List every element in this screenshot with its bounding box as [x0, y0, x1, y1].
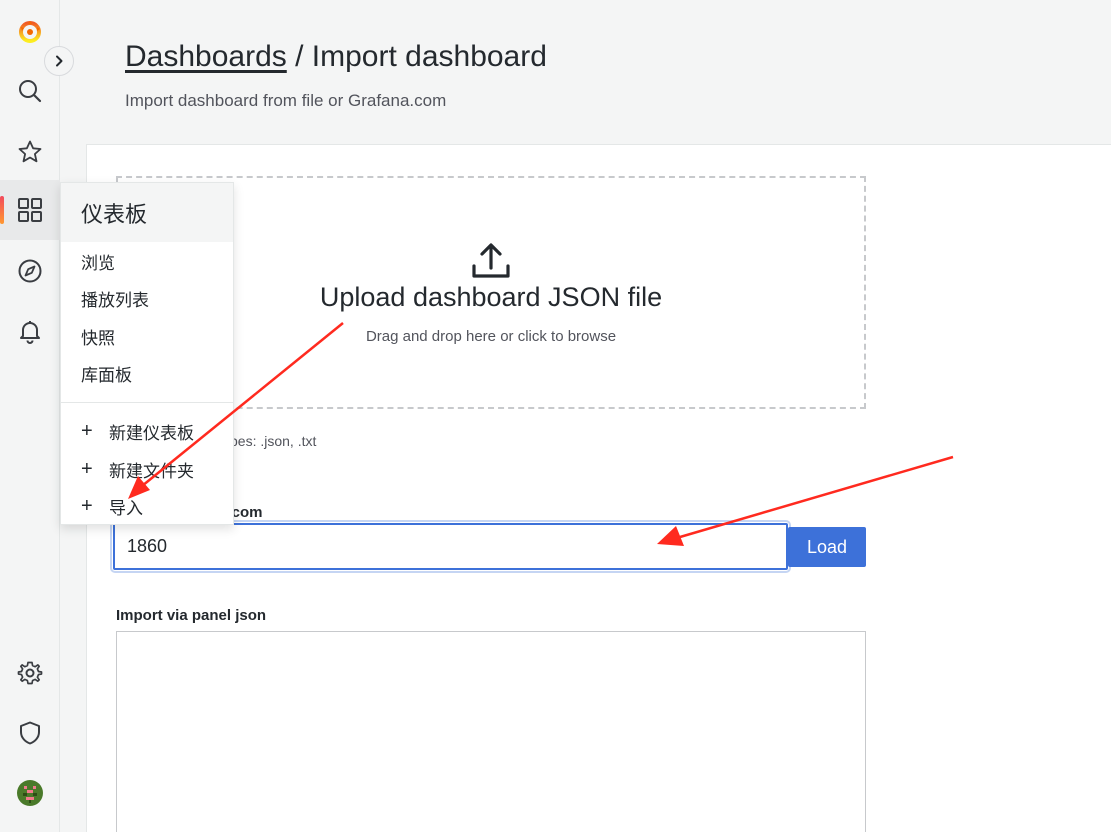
menu-item-library-panels[interactable]: 库面板 — [81, 361, 132, 386]
plus-icon: + — [81, 420, 93, 442]
upload-icon — [472, 243, 510, 278]
menu-item-playlists[interactable]: 播放列表 — [81, 286, 149, 311]
page-subtitle: Import dashboard from file or Grafana.co… — [125, 91, 447, 110]
menu-action-new-folder[interactable]: + 新建文件夹 — [81, 457, 194, 482]
chevron-right-icon — [56, 55, 63, 67]
panel-json-label: Import via panel json — [116, 607, 267, 624]
bell-icon — [20, 321, 40, 344]
sidebar — [0, 0, 60, 832]
load-button[interactable]: Load — [788, 527, 866, 567]
gear-icon — [17, 661, 43, 685]
grafana-import-input[interactable] — [110, 520, 791, 573]
nav-configuration[interactable] — [0, 651, 60, 695]
nav-dashboards[interactable] — [0, 180, 60, 240]
nav-search[interactable] — [0, 69, 60, 113]
page-title: Dashboards / Import dashboard — [125, 40, 547, 74]
shield-icon — [20, 721, 40, 745]
menu-action-label: 新建文件夹 — [109, 462, 194, 481]
menu-item-browse[interactable]: 浏览 — [81, 249, 115, 274]
search-icon — [19, 80, 42, 103]
breadcrumb-separator: / — [286, 40, 312, 73]
compass-icon — [18, 259, 42, 283]
breadcrumb-current: Import dashboard — [311, 40, 547, 73]
nav-server-admin[interactable] — [0, 711, 60, 755]
nav-profile[interactable] — [0, 771, 60, 815]
apps-icon — [18, 198, 42, 222]
plus-icon: + — [81, 495, 93, 517]
panel-json-textarea[interactable] — [116, 631, 866, 832]
expand-sidebar-button[interactable] — [44, 46, 74, 76]
nav-alerting[interactable] — [0, 309, 60, 353]
plus-icon: + — [81, 458, 93, 480]
menu-header-dashboards[interactable]: 仪表板 — [61, 183, 233, 242]
menu-item-snapshots[interactable]: 快照 — [81, 324, 115, 349]
accepted-file-types: pes: .json, .txt — [230, 433, 317, 449]
avatar — [17, 780, 43, 806]
breadcrumb-dashboards-link[interactable]: Dashboards — [125, 40, 287, 73]
nav-starred[interactable] — [0, 130, 60, 174]
dashboards-menu: 仪表板 浏览 播放列表 快照 库面板 + 新建仪表板 + 新建文件夹 + 导入 — [60, 182, 234, 525]
menu-action-label: 新建仪表板 — [109, 424, 194, 443]
star-icon — [18, 140, 42, 163]
menu-divider — [61, 402, 233, 403]
grafana-logo-icon — [19, 21, 41, 43]
nav-explore[interactable] — [0, 249, 60, 293]
menu-action-label: 导入 — [109, 499, 143, 518]
menu-action-new-dashboard[interactable]: + 新建仪表板 — [81, 419, 194, 444]
menu-action-import[interactable]: + 导入 — [81, 494, 143, 519]
